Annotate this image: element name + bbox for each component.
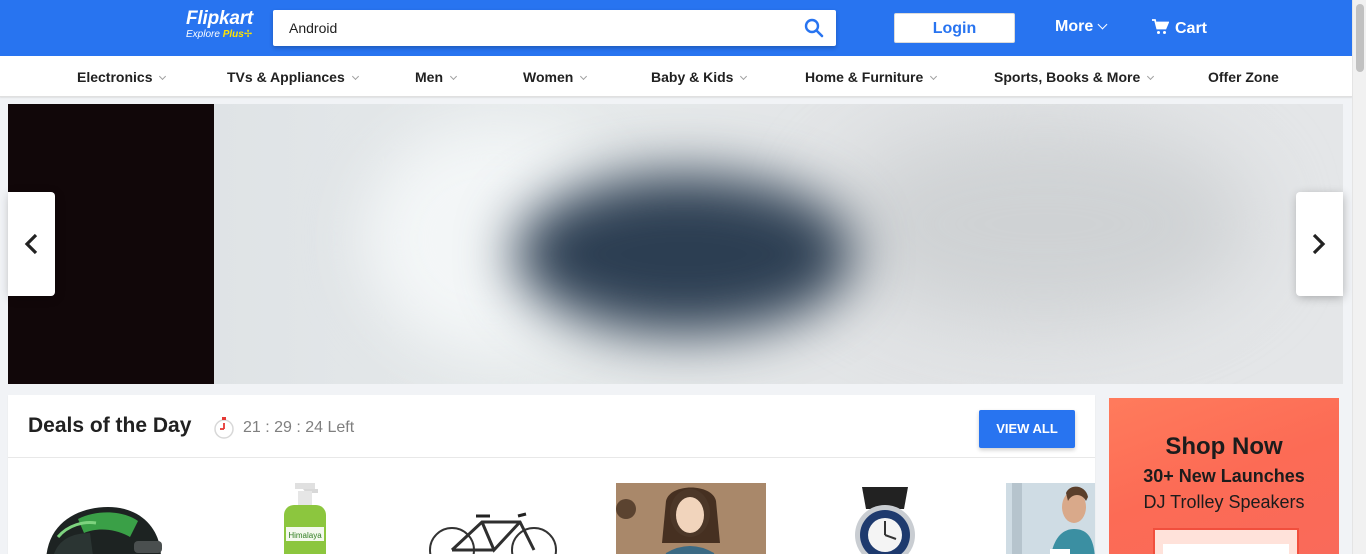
hero-banner[interactable] xyxy=(8,104,1343,384)
category-offer-zone[interactable]: Offer Zone xyxy=(1208,69,1279,85)
product-lingerie[interactable] xyxy=(616,483,766,554)
more-menu[interactable]: More xyxy=(1055,17,1108,37)
scrollbar-thumb[interactable] xyxy=(1356,4,1364,72)
banner-prev-button[interactable] xyxy=(8,192,55,296)
bicycle-image xyxy=(429,512,557,554)
model-image xyxy=(616,483,766,554)
more-label: More xyxy=(1055,18,1094,35)
flipkart-logo[interactable]: Flipkart Explore Plus✢ xyxy=(186,8,266,48)
chevron-down-icon xyxy=(580,72,588,81)
helmet-image xyxy=(46,507,162,554)
plus-icon: ✢ xyxy=(243,29,253,40)
cart-link[interactable]: Cart xyxy=(1152,17,1207,39)
ad-banner-speakers[interactable]: Shop Now 30+ New Launches DJ Trolley Spe… xyxy=(1109,398,1339,554)
ad-headline: Shop Now xyxy=(1165,433,1283,460)
chevron-down-icon xyxy=(351,72,359,81)
logo-wordmark: Flipkart xyxy=(186,8,254,29)
deals-of-the-day: Deals of the Day 21 : 29 : 24 Left VIEW … xyxy=(8,395,1095,554)
top-header: Flipkart Explore Plus✢ Login More Cart xyxy=(0,0,1352,56)
logo-tagline: Explore Plus✢ xyxy=(186,29,253,40)
bottle-image: Himalaya xyxy=(284,483,326,554)
product-face-wash[interactable]: Himalaya xyxy=(270,483,340,554)
category-nav: Electronics TVs & Appliances Men Women B… xyxy=(0,56,1352,97)
category-men[interactable]: Men xyxy=(415,69,458,85)
category-home-furniture[interactable]: Home & Furniture xyxy=(805,69,938,85)
stopwatch-icon xyxy=(214,417,234,439)
ad-product-line: DJ Trolley Speakers xyxy=(1143,492,1305,512)
chevron-left-icon xyxy=(24,233,38,255)
ad-subheadline: 30+ New Launches xyxy=(1143,466,1305,486)
svg-text:Himalaya: Himalaya xyxy=(288,531,322,540)
chevron-down-icon xyxy=(740,72,748,81)
page-scrollbar[interactable] xyxy=(1352,0,1366,554)
search-icon[interactable] xyxy=(804,18,824,38)
category-tvs-appliances[interactable]: TVs & Appliances xyxy=(227,69,359,85)
login-button[interactable]: Login xyxy=(894,13,1015,43)
product-helmet[interactable] xyxy=(38,503,168,554)
chevron-down-icon xyxy=(449,72,458,81)
product-shirt[interactable] xyxy=(1006,483,1095,554)
product-watch[interactable] xyxy=(840,483,930,554)
banner-next-button[interactable] xyxy=(1296,192,1343,296)
cart-label: Cart xyxy=(1175,20,1208,37)
ad-product-image xyxy=(1153,528,1299,554)
view-all-button[interactable]: VIEW ALL xyxy=(979,410,1075,448)
chevron-down-icon xyxy=(1097,19,1108,30)
deals-countdown: 21 : 29 : 24 Left xyxy=(243,419,355,436)
chevron-right-icon xyxy=(1312,233,1326,255)
banner-image xyxy=(214,104,1343,384)
chevron-down-icon xyxy=(159,72,167,81)
category-women[interactable]: Women xyxy=(523,69,588,85)
search-bar xyxy=(273,10,836,46)
shirt-model-image xyxy=(1006,483,1095,554)
category-baby-kids[interactable]: Baby & Kids xyxy=(651,69,748,85)
chevron-down-icon xyxy=(930,72,938,81)
product-bicycle[interactable] xyxy=(424,510,564,554)
chevron-down-icon xyxy=(1147,72,1155,81)
deals-header: Deals of the Day 21 : 29 : 24 Left VIEW … xyxy=(8,395,1095,458)
deals-title: Deals of the Day xyxy=(28,414,192,437)
search-input[interactable] xyxy=(289,10,789,46)
category-electronics[interactable]: Electronics xyxy=(77,69,167,85)
category-sports-books[interactable]: Sports, Books & More xyxy=(994,69,1155,85)
watch-image xyxy=(855,487,915,554)
cart-icon xyxy=(1152,19,1170,34)
